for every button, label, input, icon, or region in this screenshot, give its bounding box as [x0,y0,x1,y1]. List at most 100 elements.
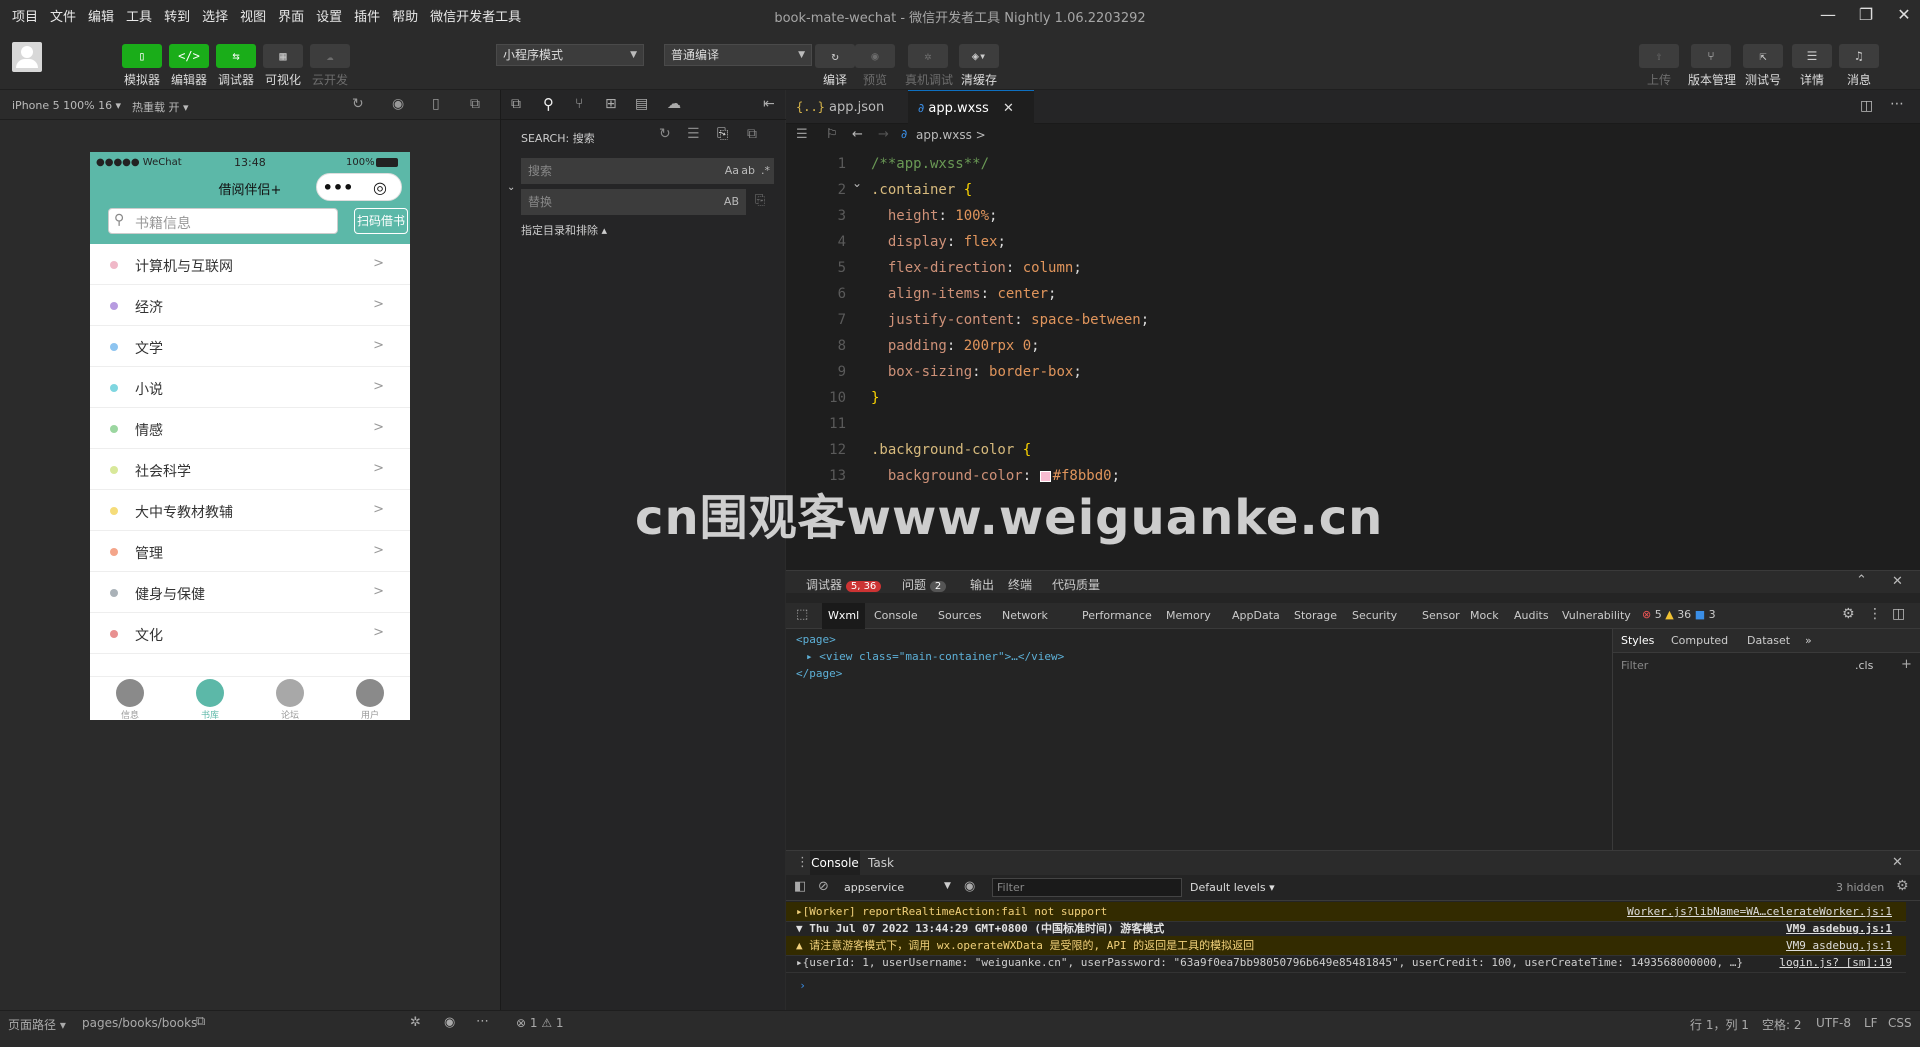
log-levels-select[interactable]: Default levels ▾ [1190,881,1275,894]
gear-icon[interactable]: ⚙ [1896,878,1909,894]
category-item[interactable]: 小说 > [90,367,410,408]
color-swatch[interactable] [1039,470,1051,482]
tab-computed[interactable]: Computed [1671,634,1728,647]
console-filter-input[interactable]: Filter [992,878,1182,897]
menu-item-wechat-devtools[interactable]: 微信开发者工具 [424,6,527,25]
hot-reload-toggle[interactable]: 热重载 开 ▾ [132,99,189,115]
devtools-tab[interactable]: AppData [1226,603,1286,629]
tab-problems[interactable]: 问题 2 [902,576,947,593]
collapse-panel-icon[interactable]: ⇤ [763,96,775,112]
record-icon[interactable]: ◉ [392,96,404,112]
popout-icon[interactable]: ⧉ [470,96,480,112]
tab-user[interactable]: 用户 [330,677,410,720]
code-area[interactable]: 1/**app.wxss**/2 .container {3 height: 10… [786,148,1920,570]
tab-debugger[interactable]: 调试器 5, 36 [806,576,882,593]
log-source-link[interactable]: login.js? [sm]:19 [1779,953,1892,972]
menu-item-edit[interactable]: 编辑 [82,6,120,25]
code-line[interactable]: 13 background-color: #f8bbd0; [786,460,1920,492]
details-button[interactable]: ☰ 详情 [1789,44,1835,88]
tab-info[interactable]: 信息 [90,677,170,720]
book-search-input[interactable]: ⚲ 书籍信息 [108,208,338,234]
add-style-icon[interactable]: + [1901,657,1912,672]
wxml-node[interactable]: <page> [796,631,1064,648]
gear-icon[interactable]: ⚙ [1842,606,1855,622]
line-ending[interactable]: LF [1864,1016,1878,1030]
upload-button[interactable]: ⇧ 上传 [1636,44,1682,88]
replace-all-icon[interactable]: ⎘ [755,193,765,208]
tab-terminal[interactable]: 终端 [1008,576,1032,593]
clear-cache-button[interactable]: ◈▾ 清缓存 [956,44,1002,88]
tab-task[interactable]: Task [868,856,894,870]
menu-item-file[interactable]: 文件 [44,6,82,25]
replace-input[interactable]: 替换 AB [521,189,746,215]
wxml-node[interactable]: ▸ <view class="main-container">…</view> [796,648,1064,665]
messages-button[interactable]: ♫ 消息 [1836,44,1882,88]
category-item[interactable]: 社会科学 > [90,449,410,490]
tab-forum[interactable]: 论坛 [250,677,330,720]
menu-item-project[interactable]: 项目 [6,6,44,25]
console-prompt[interactable]: › [786,976,1906,996]
simulator-button[interactable]: ▯ 模拟器 [119,44,165,88]
wxml-node[interactable]: </page> [796,665,1064,682]
device-select[interactable]: iPhone 5 100% 16 ▾ [12,99,121,112]
search-input[interactable]: 搜索 Aa ab .* [521,158,774,184]
menu-item-plugins[interactable]: 插件 [348,6,386,25]
problems-indicator[interactable]: ⊗ 1 ⚠ 1 [516,1016,564,1030]
capsule-close-icon[interactable]: ◎ [359,178,401,197]
extensions-icon[interactable]: ⊞ [605,96,617,112]
chevron-down-icon[interactable]: ▼ [944,881,951,891]
kebab-menu-icon[interactable]: ⋮ [796,855,809,870]
editor-button[interactable]: </> 编辑器 [166,44,212,88]
category-item[interactable]: 计算机与互联网 > [90,244,410,285]
tab-styles[interactable]: Styles [1621,634,1654,647]
test-account-button[interactable]: ⇱ 测试号 [1740,44,1786,88]
menu-item-select[interactable]: 选择 [196,6,234,25]
preview-button[interactable]: ◉ 预览 [852,44,898,88]
close-console-icon[interactable]: ✕ [1892,855,1903,870]
eye-icon[interactable]: ◉ [444,1015,455,1030]
menu-item-settings[interactable]: 设置 [310,6,348,25]
cursor-position[interactable]: 行 1，列 1 [1690,1016,1749,1033]
minimize-icon[interactable]: — [1808,3,1848,27]
tab-dataset[interactable]: Dataset [1747,634,1790,647]
devtools-tab[interactable]: Security [1346,603,1403,629]
inspect-icon[interactable]: ⬚ [796,607,808,622]
search-icon[interactable]: ⚲ [543,95,554,113]
compile-select[interactable]: 普通编译 ▼ [664,44,812,66]
split-editor-icon[interactable]: ◫ [1860,98,1873,114]
avatar[interactable] [12,42,42,72]
scan-borrow-button[interactable]: 扫码借书 [354,208,408,234]
cloud-button[interactable]: ☁ 云开发 [307,44,353,88]
source-control-icon[interactable]: ⑂ [575,96,583,112]
more-icon[interactable]: ⋯ [476,1014,489,1029]
refresh-icon[interactable]: ↻ [659,126,671,142]
category-item[interactable]: 管理 > [90,531,410,572]
context-select[interactable]: appservice [844,881,904,894]
bookmark-icon[interactable]: ⚐ [826,127,838,142]
whole-word-icon[interactable]: ab [741,159,755,183]
rotate-icon[interactable]: ↻ [352,96,364,112]
menu-item-tools[interactable]: 工具 [120,6,158,25]
back-arrow-icon[interactable]: ← [852,127,863,142]
tab-library[interactable]: 书库 [170,677,250,720]
devtools-tab[interactable]: Audits [1508,603,1555,629]
bug-icon[interactable]: ✲ [410,1015,421,1030]
tab-code-quality[interactable]: 代码质量 [1052,576,1100,593]
devtools-tab[interactable]: Network [996,603,1054,629]
new-search-icon[interactable]: ⎘ [717,126,728,142]
breadcrumb-file[interactable]: app.wxss > [916,128,986,142]
debugger-button[interactable]: ⇆ 调试器 [213,44,259,88]
styles-filter-input[interactable]: Filter [1621,659,1648,672]
category-item[interactable]: 文化 > [90,613,410,654]
clear-results-icon[interactable]: ☰ [687,126,700,142]
more-icon[interactable]: ••• [317,178,359,197]
category-item[interactable]: 大中专教材教辅 > [90,490,410,531]
visual-button[interactable]: ▦ 可视化 [260,44,306,88]
devtools-tab[interactable]: Sources [932,603,988,629]
encoding[interactable]: UTF-8 [1816,1016,1851,1030]
issue-counts[interactable]: ⊗ 5 ▲ 36 ■ 3 [1642,608,1716,621]
tab-output[interactable]: 输出 [970,576,994,593]
match-case-toggle[interactable]: Aa [725,159,739,183]
copy-icon[interactable]: ⧉ [196,1014,205,1029]
category-item[interactable]: 情感 > [90,408,410,449]
